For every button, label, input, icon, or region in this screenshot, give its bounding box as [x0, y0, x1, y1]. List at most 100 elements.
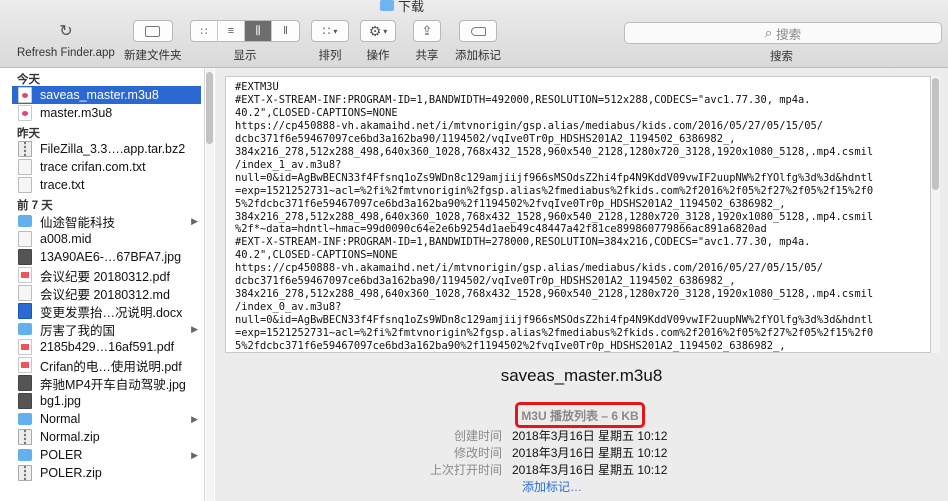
icon-view-icon[interactable]: ∷ — [191, 21, 218, 41]
content-line: dcbc371f6e59467097ce6bd3a162ba90/1194502… — [235, 275, 736, 288]
folder-file-icon — [18, 215, 32, 227]
new-folder-icon — [145, 25, 161, 37]
file-list-item[interactable]: trace crifan.com.txt — [0, 158, 204, 176]
add-tag-label: 添加标记 — [455, 50, 501, 62]
content-line: =exp=1521252731~acl=%2fi%2fmtvnorigin%2f… — [235, 327, 874, 340]
view-mode-segmented: ∷ ≡ ⫼ ‖ — [190, 20, 300, 42]
new-folder-label: 新建文件夹 — [124, 50, 182, 62]
content-line: https://cp450888-vh.akamaihd.net/i/mtvno… — [235, 262, 824, 275]
file-content-preview: #EXTM3U #EXT-X-STREAM-INF:PROGRAM-ID=1,BA… — [225, 76, 931, 353]
file-list-item[interactable]: 仙途智能科技 ▶ — [0, 212, 204, 230]
action-label: 操作 — [366, 50, 390, 62]
file-column-list: 今天 saveas_master.m3u8 master.m3u8 昨天 FileZil… — [0, 68, 205, 501]
file-name: POLER — [40, 448, 83, 462]
file-list-item[interactable]: master.m3u8 — [0, 104, 204, 122]
search-input[interactable]: ⌕ 搜索 — [624, 22, 942, 44]
arrange-label: 排列 — [318, 50, 342, 62]
content-line: https://cp450888-vh.akamaihd.net/i/mtvno… — [235, 119, 824, 132]
file-list-item[interactable]: FileZilla_3.3….app.tar.bz2 — [0, 140, 204, 158]
file-list-item[interactable]: POLER.zip — [0, 464, 204, 482]
window-title: 下载 — [380, 0, 424, 15]
file-list-item[interactable]: 13A90AE6-…67BFA7.jpg — [0, 248, 204, 266]
file-list-item[interactable]: 厉害了我的国 ▶ — [0, 320, 204, 338]
file-list-item[interactable]: Crifan的电…使用说明.pdf — [0, 356, 204, 374]
disclosure-arrow-icon: ▶ — [191, 449, 198, 460]
toolbar: 下载 ↻ Refresh Finder.app 新建文件夹 ∷ ≡ ⫼ ‖ 显示… — [0, 0, 948, 68]
content-line: null=0&id=AgBwBECN33f4Ffsnq1oZs9WDn8c129… — [235, 314, 874, 327]
list-view-icon[interactable]: ≡ — [218, 21, 245, 41]
metadata-value: 2018年3月16日 星期五 10:12 — [512, 463, 668, 477]
add-tags-link[interactable]: 添加标记… — [522, 478, 582, 495]
view-group: ∷ ≡ ⫼ ‖ 显示 — [190, 20, 300, 63]
file-metadata: 创建时间 2018年3月16日 星期五 10:12 修改时间 2018年3月16日 星… — [415, 427, 667, 478]
file-list-item[interactable]: Normal.zip — [0, 428, 204, 446]
file-list-item[interactable]: POLER ▶ — [0, 446, 204, 464]
file-list-item[interactable]: 会议纪要 20180312.md — [0, 284, 204, 302]
img-file-icon — [18, 249, 32, 265]
file-name: Crifan的电…使用说明.pdf — [40, 359, 182, 374]
disclosure-arrow-icon: ▶ — [191, 215, 198, 226]
file-name: 会议纪要 20180312.md — [40, 287, 170, 302]
preview-pane: #EXTM3U #EXT-X-STREAM-INF:PROGRAM-ID=1,BA… — [215, 68, 948, 501]
folder-file-icon — [18, 323, 32, 335]
gallery-view-icon[interactable]: ‖ — [272, 21, 299, 41]
file-name: saveas_master.m3u8 — [40, 88, 159, 102]
arrange-group: ∷ ▾ 排列 — [311, 20, 349, 63]
file-list-item[interactable]: 会议纪要 20180312.pdf — [0, 266, 204, 284]
content-line: dcbc371f6e59467097ce6bd3a162ba90/1194502… — [235, 132, 736, 145]
disclosure-arrow-icon: ▶ — [191, 323, 198, 334]
arrange-button[interactable]: ∷ ▾ — [311, 20, 349, 42]
add-tag-button[interactable] — [459, 20, 497, 42]
search-placeholder: 搜索 — [776, 27, 802, 42]
new-folder-button[interactable] — [132, 20, 173, 42]
file-list-item[interactable]: a008.mid — [0, 230, 204, 248]
content-line: =exp=1521252731~acl=%2fi%2fmtvnorigin%2f… — [235, 184, 874, 197]
file-content-text: #EXTM3U #EXT-X-STREAM-INF:PROGRAM-ID=1,BA… — [226, 77, 930, 352]
file-list-item[interactable]: bg1.jpg — [0, 392, 204, 410]
action-group: ⚙ ▾ 操作 — [360, 20, 396, 63]
file-name: 变更发票抬…况说明.docx — [40, 305, 183, 320]
file-list-item[interactable]: trace.txt — [0, 176, 204, 194]
content-line: %2f*~data=hdntl~hmac=99d0090c64e2e6b9254… — [235, 223, 767, 236]
tag-group: 添加标记 — [455, 20, 501, 63]
zip-file-icon — [18, 141, 32, 157]
column-view-icon[interactable]: ⫼ — [245, 21, 272, 41]
share-button[interactable]: ⇪ — [413, 20, 441, 42]
preview-filename: saveas_master.m3u8 — [500, 366, 663, 385]
file-kind-highlight: M3U 播放列表 – 6 KB — [515, 402, 645, 428]
content-line: 5%2fdcbc371f6e59467097ce6bd3a162ba90%2f1… — [235, 197, 786, 210]
file-name: 仙途智能科技 — [40, 215, 116, 230]
file-list-item[interactable]: Normal ▶ — [0, 410, 204, 428]
file-name: Normal — [40, 412, 81, 426]
content-line: #EXT-X-STREAM-INF:PROGRAM-ID=1,BANDWIDTH… — [235, 236, 811, 249]
content-line: #EXTM3U — [235, 81, 279, 93]
file-name: 奔驰MP4开车自动驾驶.jpg — [40, 377, 186, 392]
file-name: a008.mid — [40, 232, 92, 246]
disclosure-arrow-icon: ▶ — [191, 413, 198, 424]
view-label: 显示 — [233, 50, 257, 62]
content-line: 384x216_278,512x288_498,640x360_1028,768… — [235, 145, 874, 158]
metadata-key: 上次打开时间 — [429, 463, 502, 477]
search-label: 搜索 — [770, 51, 793, 63]
share-group: ⇪ 共享 — [413, 20, 441, 63]
file-list-item[interactable]: 变更发票抬…况说明.docx — [0, 302, 204, 320]
refresh-icon[interactable]: ↻ — [59, 20, 72, 42]
pdf-file-icon — [18, 267, 32, 283]
tag-icon — [470, 26, 486, 36]
metadata-key: 创建时间 — [453, 429, 502, 443]
arrange-icon: ∷ — [322, 24, 331, 38]
file-list-item[interactable]: saveas_master.m3u8 — [12, 86, 201, 104]
file-list-item[interactable]: 奔驰MP4开车自动驾驶.jpg — [0, 374, 204, 392]
m3u-file-icon — [18, 105, 32, 121]
file-name: 13A90AE6-…67BFA7.jpg — [40, 250, 182, 264]
file-name: FileZilla_3.3….app.tar.bz2 — [40, 142, 186, 156]
file-list-scrollbar-thumb[interactable] — [206, 72, 213, 144]
metadata-row: 修改时间 2018年3月16日 星期五 10:12 — [415, 444, 667, 461]
file-name: trace.txt — [40, 178, 85, 192]
preview-scrollbar-thumb[interactable] — [932, 78, 939, 190]
pdf-file-icon — [18, 357, 32, 373]
action-button[interactable]: ⚙ ▾ — [360, 20, 396, 42]
file-list-item[interactable]: 2185b429…16af591.pdf — [0, 338, 204, 356]
gear-icon: ⚙ — [368, 22, 382, 39]
metadata-row: 创建时间 2018年3月16日 星期五 10:12 — [415, 427, 667, 444]
